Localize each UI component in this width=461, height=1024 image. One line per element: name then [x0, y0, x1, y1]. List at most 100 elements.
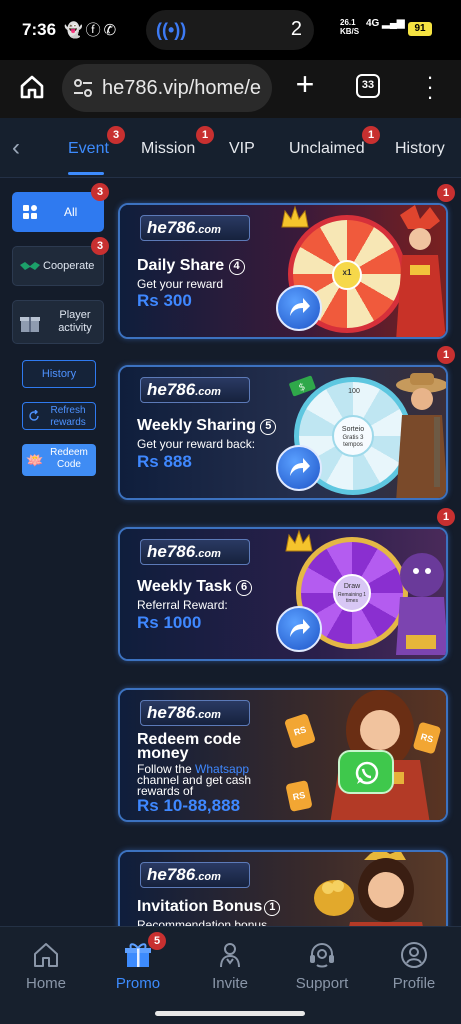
sidebar-item-player-activity[interactable]: Player activity: [12, 300, 104, 344]
dynamic-island: ((•)) 2: [146, 10, 314, 50]
tab-history[interactable]: History: [395, 140, 445, 158]
card-subtitle: Get your reward: [137, 277, 224, 291]
refresh-icon: [29, 410, 39, 421]
url-text: he786.vip/home/e: [102, 77, 262, 99]
brand-logo: he786.com: [140, 862, 250, 888]
card-subtitle: Get your reward back:: [137, 437, 256, 451]
cash-icon: $: [289, 375, 316, 397]
card-badge: 1: [437, 184, 455, 202]
card-title-number: 5: [260, 419, 277, 435]
nav-promo[interactable]: Promo: [103, 941, 173, 992]
card-title: Invitation Bonus 1: [137, 898, 281, 916]
logo-text: he786: [147, 865, 196, 884]
rs-chip-label: RS: [292, 724, 308, 738]
back-arrow-icon[interactable]: ‹: [12, 136, 32, 160]
card-title-line2: money: [137, 745, 189, 762]
home-indicator[interactable]: [155, 1011, 305, 1016]
redeem-label: Redeem Code: [50, 447, 88, 470]
wheel-center-text: Draw: [343, 583, 361, 590]
nav-label: Profile: [392, 975, 436, 992]
status-bar: 7:36 👻ⓕ✆ ((•)) 2 26.1 KB/S 4G ▂▄▆ 91: [0, 0, 461, 60]
redeem-code-button[interactable]: 🪷 Redeem Code: [22, 444, 96, 476]
broadcast-icon: ((•)): [156, 20, 187, 40]
rs-chip-label: RS: [419, 731, 435, 745]
sidebar-item-label: All: [64, 205, 78, 219]
sidebar-item-label: Cooperate: [43, 260, 95, 272]
nav-label: Home: [25, 975, 66, 992]
jester-character: [396, 205, 446, 337]
nav-invite[interactable]: Invite: [195, 941, 265, 992]
history-button[interactable]: History: [22, 360, 96, 388]
network-type: 4G: [366, 18, 380, 29]
card-title-number: 4: [228, 259, 245, 275]
wheel-center: Sorteio Gratis 3 tempos: [332, 415, 374, 457]
sidebar-all-badge: 3: [91, 183, 109, 201]
address-bar[interactable]: he786.vip/home/e: [62, 64, 272, 112]
wheel-center-subtext: Remaining 1 times: [337, 592, 367, 604]
handshake-icon: [20, 262, 40, 270]
battery-icon: 91: [408, 22, 432, 36]
card-subtitle: Referral Reward:: [137, 598, 228, 612]
browser-home-icon[interactable]: [18, 73, 46, 101]
island-count: 2: [290, 18, 302, 40]
sidebar-item-all[interactable]: All: [12, 192, 104, 232]
event-card-weekly-task[interactable]: Draw Remaining 1 times he786.com Weekly …: [118, 527, 448, 661]
card-title-text: Weekly Task: [137, 578, 232, 595]
tab-vip[interactable]: VIP: [229, 140, 255, 158]
logo-suffix: .com: [195, 871, 221, 883]
nav-label: Support: [295, 975, 349, 992]
event-card-weekly-sharing[interactable]: 100 Sorteio Gratis 3 tempos $ he786.com …: [118, 365, 448, 500]
logo-text: he786: [147, 703, 196, 722]
site-settings-icon[interactable]: [72, 78, 94, 98]
tab-switcher-button[interactable]: 33: [356, 74, 380, 98]
nav-label: Invite: [212, 975, 248, 992]
card-amount: Rs 10-88,888: [137, 796, 241, 815]
card-title: Weekly Sharing 5: [137, 417, 277, 435]
nav-profile[interactable]: Profile: [379, 941, 449, 992]
card-title-text: Invitation Bonus: [137, 898, 263, 915]
card-badge: 1: [437, 346, 455, 364]
event-card-redeem-code[interactable]: RS RS RS he786.com Redeem code money Fol…: [118, 688, 448, 822]
new-tab-button[interactable]: +: [290, 68, 320, 100]
go-arrow-button[interactable]: [276, 285, 322, 331]
card-title: Weekly Task 6: [137, 578, 253, 596]
tab-mission[interactable]: Mission: [141, 140, 195, 158]
wheel-center: x1: [332, 260, 362, 290]
event-card-daily-share[interactable]: x1 he786.com Daily Share 4 Get your rewa…: [118, 203, 448, 339]
share-arrow-icon: [290, 458, 310, 476]
app-root: 7:36 👻ⓕ✆ ((•)) 2 26.1 KB/S 4G ▂▄▆ 91 he7…: [0, 0, 461, 1024]
logo-suffix: .com: [195, 548, 221, 560]
headset-icon: [310, 942, 334, 968]
brand-logo: he786.com: [140, 215, 250, 241]
status-time: 7:36: [22, 20, 57, 39]
brand-logo: he786.com: [140, 700, 250, 726]
tab-event[interactable]: Event: [68, 140, 109, 158]
brand-logo: he786.com: [140, 377, 250, 403]
lotus-icon: 🪷: [26, 452, 44, 468]
nav-support[interactable]: Support: [287, 941, 357, 992]
crown-icon: [285, 529, 313, 552]
wheel-center: Draw Remaining 1 times: [333, 574, 371, 612]
tab-mission-badge: 1: [196, 126, 214, 144]
card-title-text: Weekly Sharing: [137, 417, 256, 434]
crown-icon: [281, 205, 309, 228]
logo-suffix: .com: [195, 709, 221, 721]
wheel-center-text: Sorteio: [341, 426, 365, 433]
card-amount: Rs 1000: [137, 613, 202, 632]
wheel-center-text: x1: [342, 268, 352, 277]
card-title-text: Daily Share: [137, 257, 225, 274]
sidebar-item-label: Player activity: [58, 309, 92, 334]
genie-character: [396, 553, 446, 655]
tab-event-badge: 3: [107, 126, 125, 144]
tab-unclaimed[interactable]: Unclaimed: [289, 140, 365, 158]
rs-chip-label: RS: [291, 789, 307, 803]
bottom-nav: Home Promo 5 Invite Support Profile: [0, 926, 461, 1024]
nav-home[interactable]: Home: [11, 941, 81, 992]
card-title-number: 1: [264, 900, 281, 916]
refresh-rewards-button[interactable]: Refresh rewards: [22, 402, 96, 430]
go-arrow-button[interactable]: [276, 606, 322, 652]
browser-menu-icon[interactable]: · · ·: [420, 66, 440, 108]
net-speed-unit: KB/S: [340, 27, 360, 36]
sidebar-item-cooperate[interactable]: Cooperate: [12, 246, 104, 286]
go-arrow-button[interactable]: [276, 445, 322, 491]
